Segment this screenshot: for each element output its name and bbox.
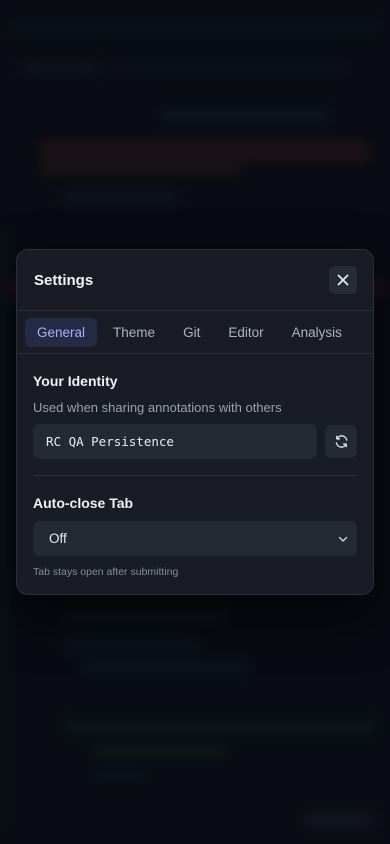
auto-close-select[interactable]: Off [33,521,357,556]
identity-section: Your Identity Used when sharing annotati… [17,373,373,459]
auto-close-section: Auto-close Tab Off Tab stays open after … [17,495,373,578]
auto-close-selected-value: Off [49,531,67,546]
identity-row [33,424,357,459]
tab-editor[interactable]: Editor [216,318,275,347]
settings-modal: Settings General Theme Git Editor Analys… [16,249,374,595]
section-divider [33,475,357,476]
regenerate-identity-button[interactable] [325,425,357,458]
close-icon [337,274,349,286]
tab-analysis[interactable]: Analysis [280,318,354,347]
identity-description: Used when sharing annotations with other… [33,400,282,415]
tab-theme[interactable]: Theme [101,318,167,347]
tab-git[interactable]: Git [171,318,212,347]
identity-input[interactable] [33,424,317,459]
auto-close-title: Auto-close Tab [33,495,134,511]
modal-header: Settings [17,250,373,311]
refresh-icon [335,435,347,448]
settings-tabs: General Theme Git Editor Analysis [17,311,373,354]
identity-title: Your Identity [33,373,118,389]
close-button[interactable] [329,266,357,294]
chevron-down-icon [338,536,348,542]
auto-close-hint: Tab stays open after submitting [33,566,179,578]
tab-general[interactable]: General [25,317,98,347]
modal-title: Settings [34,271,94,289]
